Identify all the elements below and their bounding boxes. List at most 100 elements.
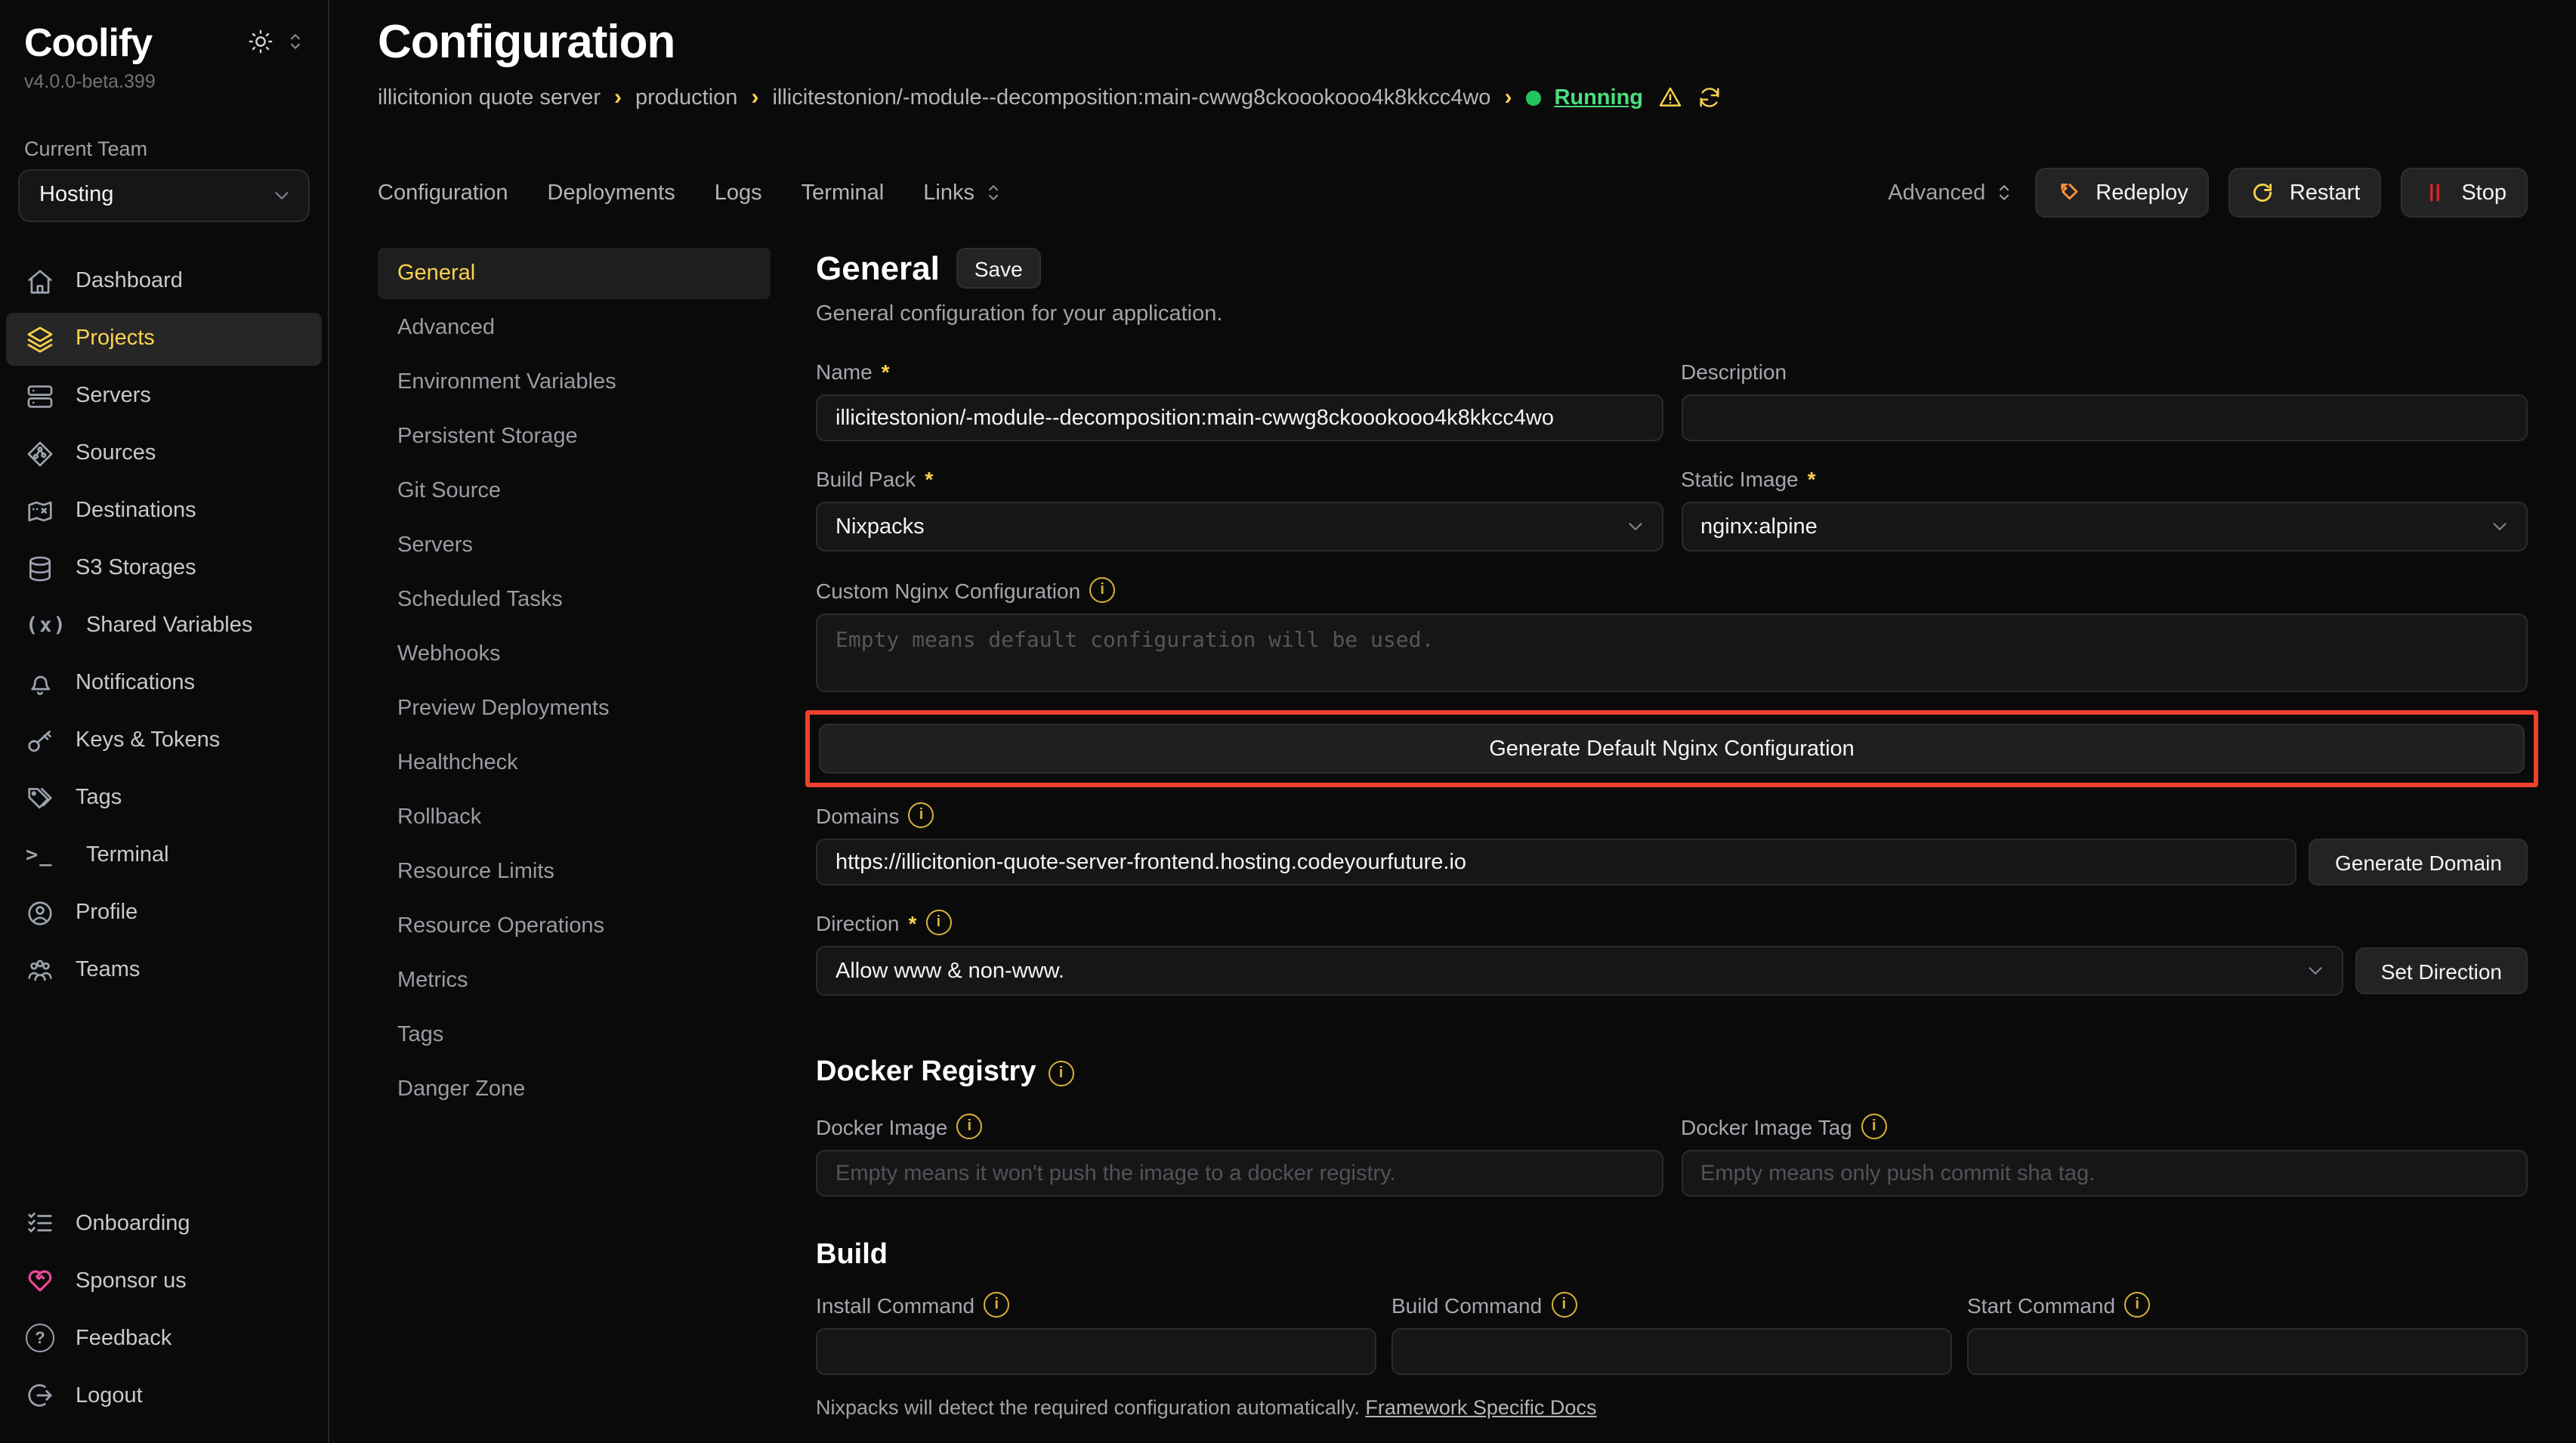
sun-icon: [248, 29, 273, 54]
description-input[interactable]: [1681, 394, 2528, 441]
chevrons-up-down-icon: [1993, 181, 2015, 204]
status-badge[interactable]: Running: [1554, 85, 1643, 110]
info-icon[interactable]: i: [2124, 1292, 2150, 1318]
chevron-down-icon: [1623, 515, 1646, 538]
sidebar-item-terminal[interactable]: >_ Terminal: [6, 829, 322, 882]
subnav-preview-deployments[interactable]: Preview Deployments: [378, 683, 771, 734]
server-icon: [26, 382, 54, 410]
build-command-input[interactable]: [1391, 1328, 1952, 1375]
theme-selector[interactable]: [248, 29, 307, 54]
subnav-danger-zone[interactable]: Danger Zone: [378, 1064, 771, 1115]
subnav-rollback[interactable]: Rollback: [378, 792, 771, 843]
breadcrumb-separator: ›: [1504, 85, 1512, 110]
advanced-dropdown[interactable]: Advanced: [1888, 181, 2015, 205]
sidebar-item-shared-variables[interactable]: (x) Shared Variables: [6, 599, 322, 652]
nixpacks-note: Nixpacks will detect the required config…: [816, 1396, 2528, 1419]
sidebar-item-keys-tokens[interactable]: Keys & Tokens: [6, 714, 322, 767]
header-actions: Advanced Redeploy: [1888, 168, 2528, 218]
subnav-git-source[interactable]: Git Source: [378, 465, 771, 517]
subnav-advanced[interactable]: Advanced: [378, 302, 771, 354]
refresh-icon[interactable]: [1696, 85, 1722, 110]
user-circle-icon: [26, 898, 54, 927]
config-subnav: General Advanced Environment Variables P…: [378, 248, 771, 1443]
info-icon[interactable]: i: [956, 1114, 982, 1139]
tab-configuration[interactable]: Configuration: [378, 171, 508, 214]
sidebar-item-label: Keys & Tokens: [76, 728, 220, 752]
breadcrumb-project[interactable]: illicitonion quote server: [378, 85, 601, 110]
subnav-environment-variables[interactable]: Environment Variables: [378, 357, 771, 408]
breadcrumb-environment[interactable]: production: [635, 85, 737, 110]
tab-deployments[interactable]: Deployments: [548, 171, 675, 214]
docker-image-input[interactable]: [816, 1150, 1663, 1197]
framework-docs-link[interactable]: Framework Specific Docs: [1365, 1396, 1596, 1419]
subnav-resource-limits[interactable]: Resource Limits: [378, 846, 771, 898]
sidebar-item-destinations[interactable]: Destinations: [6, 484, 322, 537]
build-section-title: Build: [816, 1239, 2528, 1272]
subnav-general[interactable]: General: [378, 248, 771, 299]
sidebar-item-servers[interactable]: Servers: [6, 369, 322, 422]
save-button[interactable]: Save: [956, 248, 1041, 289]
nginx-config-textarea[interactable]: [816, 613, 2528, 692]
sidebar-item-sponsor-us[interactable]: Sponsor us: [6, 1254, 322, 1307]
subnav-webhooks[interactable]: Webhooks: [378, 629, 771, 680]
install-command-input[interactable]: [816, 1328, 1376, 1375]
sidebar-item-label: Projects: [76, 326, 155, 351]
required-asterisk: *: [882, 360, 890, 384]
restart-button[interactable]: Restart: [2229, 168, 2382, 218]
subnav-healthcheck[interactable]: Healthcheck: [378, 737, 771, 789]
sidebar-item-logout[interactable]: Logout: [6, 1369, 322, 1422]
sidebar-item-label: Servers: [76, 384, 151, 408]
redeploy-icon: [2056, 180, 2082, 205]
docker-image-tag-input[interactable]: [1681, 1150, 2528, 1197]
domains-input[interactable]: [816, 839, 2297, 885]
subnav-resource-operations[interactable]: Resource Operations: [378, 901, 771, 952]
sidebar-item-s3-storages[interactable]: S3 Storages: [6, 542, 322, 595]
team-select[interactable]: Hosting: [18, 168, 310, 221]
info-icon[interactable]: i: [909, 802, 934, 828]
start-command-input[interactable]: [1967, 1328, 2528, 1375]
static-image-select[interactable]: nginx:alpine: [1681, 502, 2528, 552]
breadcrumb: illicitonion quote server › production ›…: [378, 85, 2528, 110]
start-command-label: Start Command: [1967, 1293, 2115, 1317]
tags-icon: [26, 783, 54, 812]
info-icon[interactable]: i: [925, 910, 951, 935]
docker-image-tag-label: Docker Image Tag: [1681, 1114, 1852, 1139]
sidebar-item-teams[interactable]: Teams: [6, 944, 322, 997]
stop-button[interactable]: Stop: [2401, 168, 2528, 218]
tab-links[interactable]: Links: [923, 171, 1005, 214]
tab-terminal[interactable]: Terminal: [802, 171, 885, 214]
domains-label: Domains: [816, 803, 900, 827]
build-pack-select[interactable]: Nixpacks: [816, 502, 1663, 552]
info-icon[interactable]: i: [1089, 577, 1115, 603]
redeploy-button[interactable]: Redeploy: [2035, 168, 2210, 218]
info-icon[interactable]: i: [984, 1292, 1009, 1318]
sidebar-item-sources[interactable]: Sources: [6, 427, 322, 480]
subnav-persistent-storage[interactable]: Persistent Storage: [378, 411, 771, 462]
sidebar-item-feedback[interactable]: ? Feedback: [6, 1312, 322, 1364]
sidebar-item-projects[interactable]: Projects: [6, 312, 322, 365]
sidebar-item-onboarding[interactable]: Onboarding: [6, 1197, 322, 1250]
generate-nginx-button[interactable]: Generate Default Nginx Configuration: [819, 724, 2525, 774]
breadcrumb-application[interactable]: illicitestonion/-module--decomposition:m…: [772, 85, 1490, 110]
subnav-metrics[interactable]: Metrics: [378, 955, 771, 1006]
subnav-servers[interactable]: Servers: [378, 520, 771, 571]
subnav-scheduled-tasks[interactable]: Scheduled Tasks: [378, 574, 771, 626]
sidebar-item-label: Terminal: [86, 843, 169, 867]
sidebar-item-notifications[interactable]: Notifications: [6, 657, 322, 709]
sidebar-item-tags[interactable]: Tags: [6, 771, 322, 824]
restart-icon: [2250, 180, 2276, 205]
info-icon[interactable]: i: [1861, 1114, 1887, 1139]
set-direction-button[interactable]: Set Direction: [2355, 947, 2528, 994]
sidebar-item-dashboard[interactable]: Dashboard: [6, 255, 322, 307]
sidebar-item-profile[interactable]: Profile: [6, 886, 322, 939]
checklist-icon: [26, 1209, 54, 1238]
name-input[interactable]: [816, 394, 1663, 441]
subnav-tags[interactable]: Tags: [378, 1009, 771, 1061]
direction-select[interactable]: Allow www & non-www.: [816, 946, 2343, 996]
tab-logs[interactable]: Logs: [715, 171, 762, 214]
info-icon[interactable]: i: [1048, 1060, 1073, 1086]
info-icon[interactable]: i: [1551, 1292, 1577, 1318]
warning-triangle-icon[interactable]: [1657, 85, 1682, 110]
annotation-highlight-box: Generate Default Nginx Configuration: [805, 710, 2538, 787]
generate-domain-button[interactable]: Generate Domain: [2309, 839, 2528, 885]
